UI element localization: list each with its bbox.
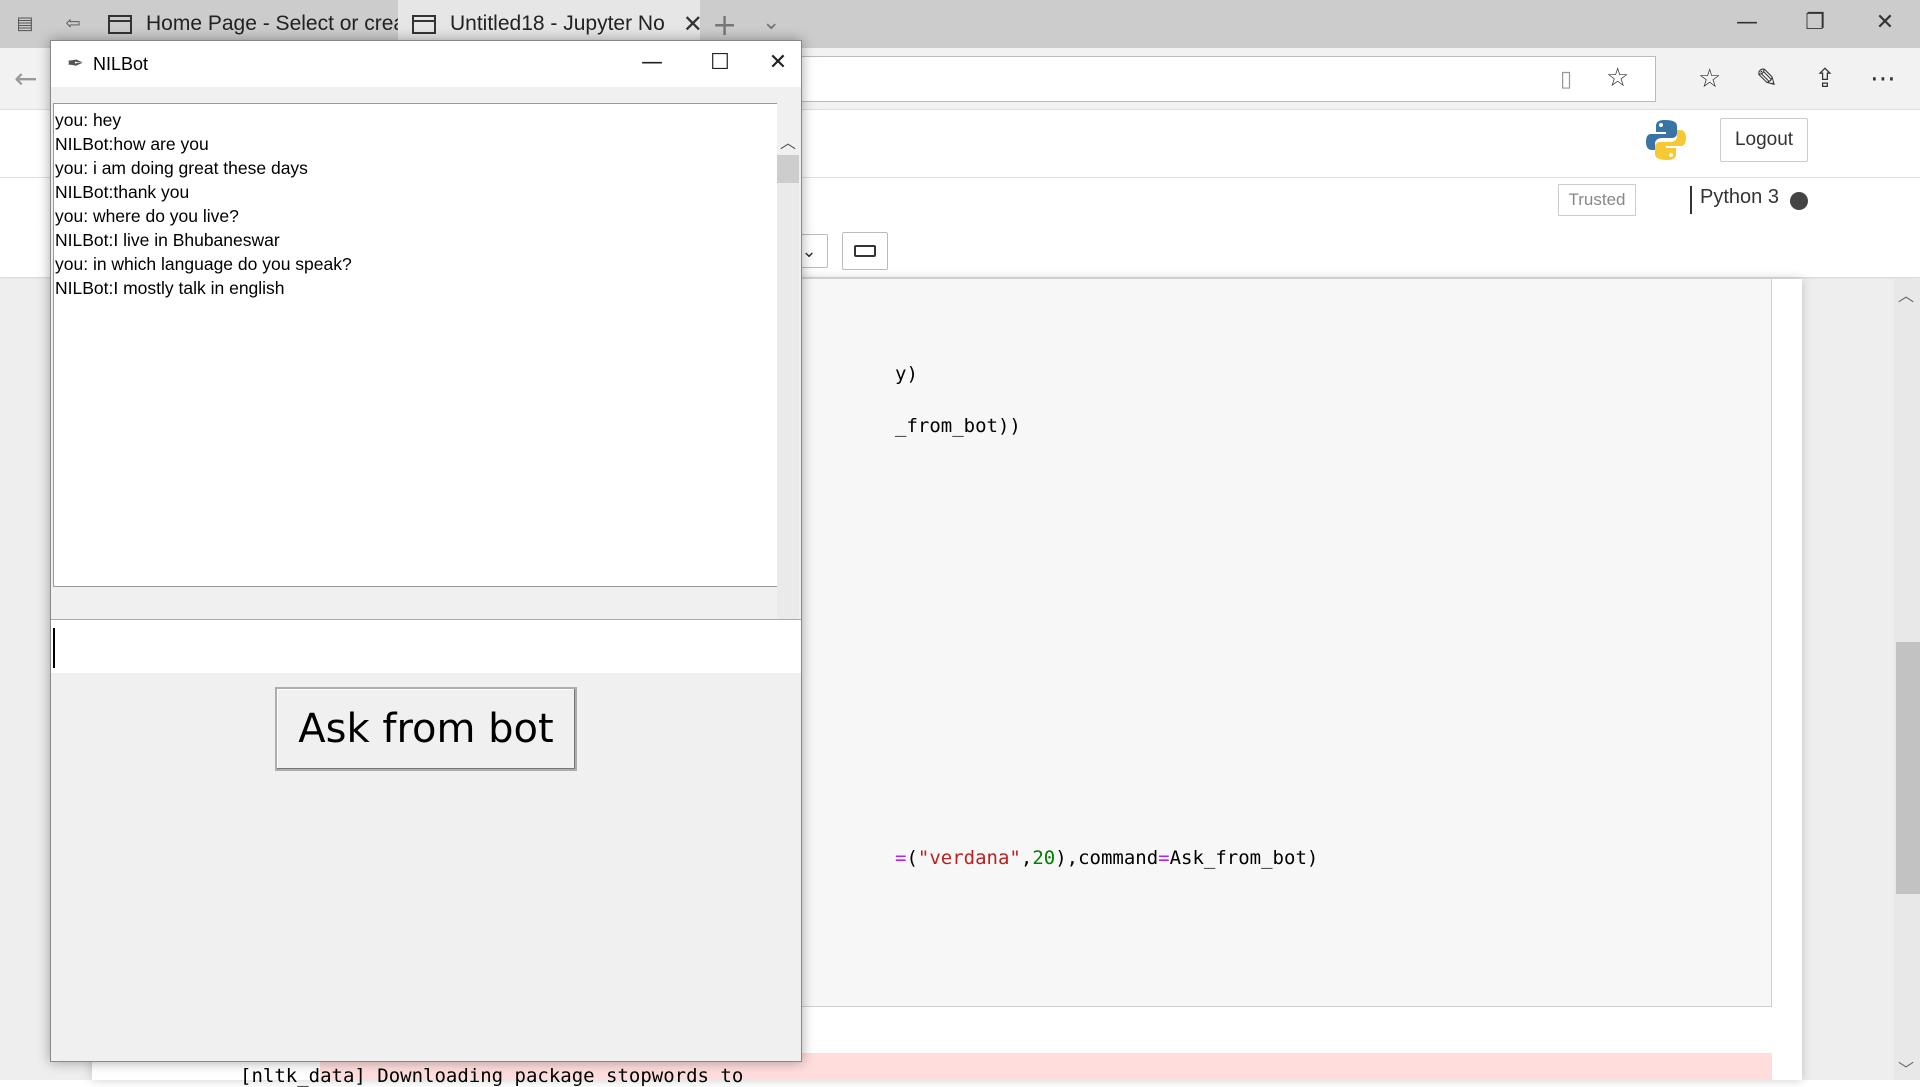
favorites-list-icon[interactable]: ☆ bbox=[1698, 64, 1721, 94]
chat-message: NILBot:I live in Bhubaneswar bbox=[55, 230, 280, 250]
message-input[interactable] bbox=[51, 619, 801, 673]
set-tabs-aside-icon[interactable]: ⇦ bbox=[60, 12, 86, 36]
code-token: ),command bbox=[1055, 847, 1159, 869]
tab-label: Home Page - Select or creat bbox=[146, 12, 398, 35]
kernel-divider bbox=[1690, 186, 1692, 214]
chat-bottom-gap bbox=[53, 587, 777, 611]
chevron-up-icon[interactable]: ︿ bbox=[1898, 282, 1914, 306]
close-tab-icon[interactable]: ✕ bbox=[683, 10, 700, 39]
code-token: = bbox=[1158, 847, 1170, 869]
minimize-icon[interactable]: — bbox=[1724, 10, 1770, 35]
chat-message: NILBot:how are you bbox=[55, 134, 209, 154]
chevron-up-icon[interactable]: ︿ bbox=[780, 129, 796, 153]
close-icon[interactable]: ✕ bbox=[755, 47, 801, 79]
code-line: y) bbox=[895, 363, 918, 385]
kernel-status-icon bbox=[1790, 192, 1808, 210]
tab-label: Untitled18 - Jupyter No bbox=[450, 12, 665, 35]
chat-message: you: where do you live? bbox=[55, 206, 239, 226]
url-input[interactable]: ▯ ☆ bbox=[780, 56, 1656, 102]
reading-view-icon[interactable]: ▯ bbox=[1560, 67, 1572, 92]
share-icon[interactable]: ⇪ bbox=[1814, 64, 1836, 94]
code-token: , bbox=[1020, 847, 1033, 869]
chevron-down-icon[interactable]: ﹀ bbox=[1898, 1056, 1914, 1080]
chat-log[interactable]: you: hey NILBot:how are you you: i am do… bbox=[53, 103, 777, 587]
restore-icon[interactable]: ❐ bbox=[1792, 10, 1838, 35]
minimize-icon[interactable]: — bbox=[629, 47, 675, 79]
ask-from-bot-button[interactable]: Ask from bot bbox=[275, 687, 577, 771]
code-token: Ask_from_bot) bbox=[1169, 847, 1319, 869]
chat-message: you: in which language do you speak? bbox=[55, 254, 352, 274]
code-token: "verdana" bbox=[917, 847, 1021, 869]
logout-button[interactable]: Logout bbox=[1720, 118, 1808, 162]
chat-scrollbar-track[interactable] bbox=[777, 183, 799, 629]
code-token: = bbox=[895, 847, 907, 869]
pen-icon[interactable]: ✎ bbox=[1756, 64, 1778, 94]
chat-message: NILBot:I mostly talk in english bbox=[55, 278, 285, 298]
keyboard-icon bbox=[854, 245, 876, 257]
code-token: 20 bbox=[1032, 847, 1056, 869]
tab-actions-icon[interactable]: ▤ bbox=[12, 12, 38, 36]
kernel-name[interactable]: Python 3 bbox=[1700, 186, 1779, 209]
maximize-icon[interactable]: ☐ bbox=[697, 47, 743, 79]
back-arrow-icon[interactable]: ← bbox=[14, 62, 37, 95]
trusted-indicator[interactable]: Trusted bbox=[1558, 184, 1636, 216]
keyboard-shortcuts-button[interactable] bbox=[842, 232, 888, 270]
more-menu-icon[interactable]: ⋯ bbox=[1870, 64, 1896, 94]
python-logo-icon bbox=[1646, 120, 1686, 160]
window-title: NILBot bbox=[93, 54, 149, 74]
stderr-text: [nltk_data] Downloading package stopword… bbox=[240, 1065, 744, 1087]
new-tab-icon[interactable]: + bbox=[712, 8, 737, 43]
chat-message: you: hey bbox=[55, 110, 122, 130]
page-icon bbox=[412, 14, 436, 34]
chat-scrollbar-thumb[interactable] bbox=[777, 155, 799, 183]
code-line: _from_bot)) bbox=[895, 415, 1021, 437]
code-token: ( bbox=[906, 847, 918, 869]
page-icon bbox=[108, 14, 132, 34]
nilbot-titlebar[interactable]: ✒ NILBot — ☐ ✕ bbox=[51, 41, 801, 87]
chat-message: NILBot:thank you bbox=[55, 182, 190, 202]
code-line: =("verdana",20),command=Ask_from_bot) bbox=[895, 847, 1318, 869]
nilbot-window: ✒ NILBot — ☐ ✕ you: hey NILBot:how are y… bbox=[50, 40, 802, 1062]
close-window-icon[interactable]: ✕ bbox=[1862, 10, 1908, 35]
favorite-star-icon[interactable]: ☆ bbox=[1606, 63, 1629, 93]
text-caret bbox=[53, 628, 55, 668]
chat-scrollbar[interactable]: ︿ ﹀ bbox=[777, 87, 801, 643]
chat-message: you: i am doing great these days bbox=[55, 158, 308, 178]
tk-feather-icon: ✒ bbox=[67, 51, 84, 75]
page-scrollbar-thumb[interactable] bbox=[1896, 642, 1920, 894]
chevron-down-icon[interactable]: ⌄ bbox=[762, 10, 780, 35]
